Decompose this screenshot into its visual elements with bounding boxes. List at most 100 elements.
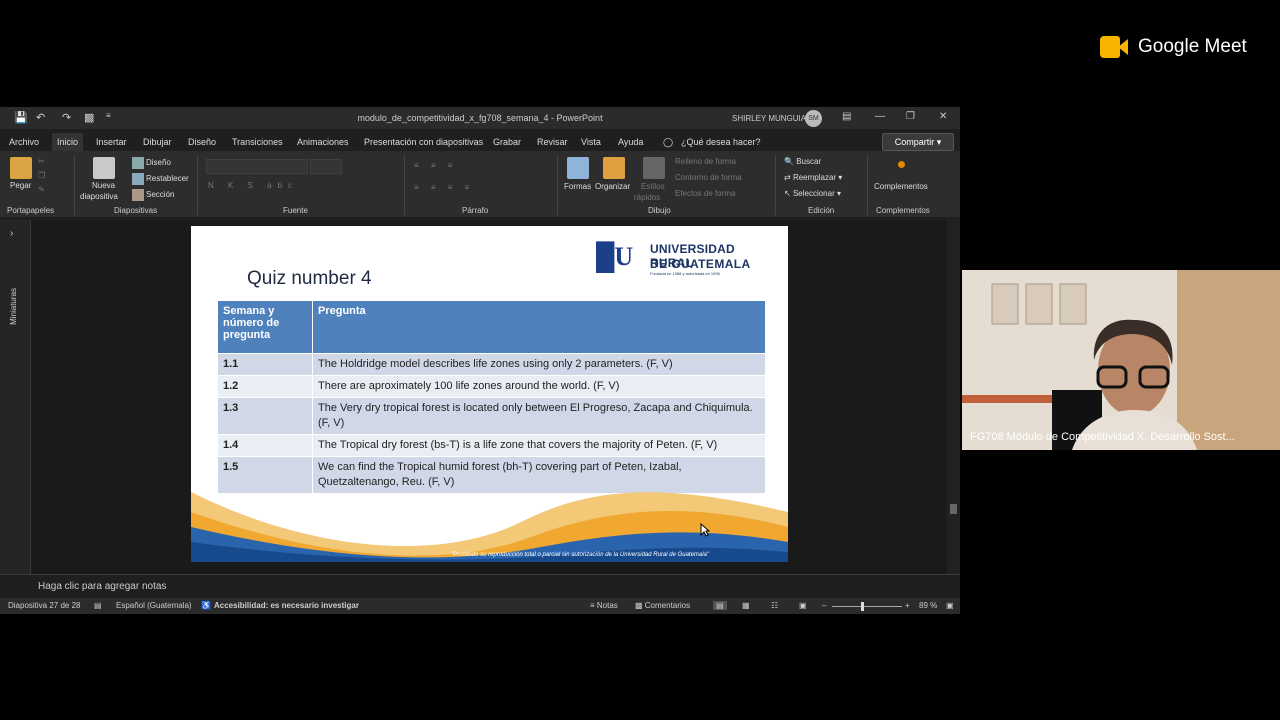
font-format-buttons[interactable]: N K S abc: [208, 181, 298, 190]
group-parrafo: Párrafo: [462, 206, 489, 215]
select-button[interactable]: ↖ Seleccionar ▾: [784, 189, 841, 198]
avatar[interactable]: SM: [805, 110, 822, 127]
align-buttons[interactable]: ≡ ≡ ≡ ≡: [414, 183, 474, 192]
slide[interactable]: Quiz number 4 █U UNIVERSIDAD RURAL DE GU…: [191, 226, 788, 562]
row-question: There are aproximately 100 life zones ar…: [312, 375, 766, 398]
logo-line3: Fundada en 1988 y autorizada en 1995: [650, 271, 720, 276]
shapes-button[interactable]: Formas: [564, 182, 591, 191]
copy-icon[interactable]: ❐: [38, 171, 45, 180]
font-name-box[interactable]: [206, 159, 308, 174]
tab-presentacion[interactable]: Presentación con diapositivas: [364, 137, 483, 147]
meet-brand-text: Google Meet: [1138, 36, 1247, 57]
replace-button[interactable]: ⇄ Reemplazar ▾: [784, 173, 842, 182]
slide-sorter-icon[interactable]: ▦: [742, 601, 750, 610]
zoom-slider-thumb[interactable]: [861, 602, 864, 611]
status-bar: Diapositiva 27 de 28 ▤ Español (Guatemal…: [0, 598, 960, 614]
format-painter-icon[interactable]: ✎: [38, 185, 45, 194]
slide-title[interactable]: Quiz number 4: [247, 268, 372, 290]
new-slide-label1[interactable]: Nueva: [92, 181, 115, 190]
slideshow-icon[interactable]: ▣: [799, 601, 807, 610]
close-button[interactable]: ✕: [939, 111, 947, 122]
lightbulb-icon: ◯: [663, 137, 674, 147]
paste-button[interactable]: Pegar: [10, 181, 31, 190]
tab-archivo[interactable]: Archivo: [9, 137, 39, 147]
zoom-slider[interactable]: [832, 606, 902, 607]
table-row: 1.4 The Tropical dry forest (bs-T) is a l…: [217, 434, 766, 457]
reading-view-icon[interactable]: ☷: [771, 601, 778, 610]
tab-ayuda[interactable]: Ayuda: [618, 137, 643, 147]
shape-outline-button[interactable]: Contorno de forma: [675, 173, 742, 182]
tab-grabar[interactable]: Grabar: [493, 137, 521, 147]
expand-chevron-icon[interactable]: ›: [10, 228, 13, 239]
row-number: 1.3: [217, 397, 313, 435]
row-number: 1.4: [217, 434, 313, 457]
notes-placeholder[interactable]: Haga clic para agregar notas: [38, 581, 166, 592]
shape-fill-button[interactable]: Relleno de forma: [675, 157, 736, 166]
reset-button[interactable]: Restablecer: [132, 173, 189, 185]
list-buttons[interactable]: ≡ ≡ ≡: [414, 161, 457, 170]
thumbnail-pane[interactable]: › Miniaturas: [0, 220, 31, 580]
cut-icon[interactable]: ✂: [38, 157, 45, 166]
tab-transiciones[interactable]: Transiciones: [232, 137, 283, 147]
notes-button[interactable]: ≡ Notas: [590, 601, 618, 610]
quick-styles-icon[interactable]: [643, 157, 665, 179]
share-button[interactable]: Compartir ▾: [882, 133, 954, 151]
search-icon: 🔍: [784, 157, 794, 166]
tab-revisar[interactable]: Revisar: [537, 137, 568, 147]
row-question: The Very dry tropical forest is located …: [312, 397, 766, 435]
tell-me-search[interactable]: ¿Qué desea hacer?: [681, 137, 761, 147]
scroll-thumb[interactable]: [950, 504, 957, 514]
logo-line2: DE GUATEMALA: [650, 257, 751, 271]
new-slide-label2[interactable]: diapositiva: [80, 192, 118, 201]
accessibility-icon[interactable]: ♿: [201, 601, 211, 610]
addins-button[interactable]: Complementos: [874, 182, 928, 191]
reset-icon: [132, 173, 144, 185]
ribbon-display-icon[interactable]: ▤: [842, 111, 851, 122]
paste-icon[interactable]: [10, 157, 32, 179]
tab-animaciones[interactable]: Animaciones: [297, 137, 349, 147]
participant-video[interactable]: [962, 270, 1280, 450]
minimize-button[interactable]: —: [875, 111, 885, 122]
tab-insertar[interactable]: Insertar: [96, 137, 127, 147]
vertical-scrollbar[interactable]: [947, 220, 960, 574]
participant-video-frame: [962, 270, 1280, 450]
shape-effects-button[interactable]: Efectos de forma: [675, 189, 735, 198]
find-label: Buscar: [796, 157, 822, 166]
spellcheck-icon[interactable]: ▤: [94, 601, 102, 610]
tab-dibujar[interactable]: Dibujar: [143, 137, 172, 147]
accessibility-status[interactable]: Accesibilidad: es necesario investigar: [214, 601, 359, 610]
comments-button[interactable]: ▩ Comentarios: [635, 601, 690, 610]
slide-counter[interactable]: Diapositiva 27 de 28: [8, 601, 81, 610]
row-question: The Tropical dry forest (bs-T) is a life…: [312, 434, 766, 457]
new-slide-icon[interactable]: [93, 157, 115, 179]
normal-view-icon[interactable]: ▤: [713, 601, 727, 610]
thumbnails-label[interactable]: Miniaturas: [9, 288, 18, 325]
ribbon: Pegar ✂ ❐ ✎ Portapapeles Nueva diapositi…: [0, 151, 960, 217]
tab-vista[interactable]: Vista: [581, 137, 601, 147]
section-button[interactable]: Sección: [132, 189, 174, 201]
tab-diseno[interactable]: Diseño: [188, 137, 216, 147]
ribbon-tabs: Archivo Inicio Insertar Dibujar Diseño T…: [0, 131, 960, 153]
tab-inicio[interactable]: Inicio: [52, 133, 84, 153]
shapes-icon[interactable]: [567, 157, 589, 179]
addins-icon[interactable]: [898, 161, 905, 168]
zoom-level[interactable]: 89 %: [919, 601, 937, 610]
fit-to-window-icon[interactable]: ▣: [946, 601, 954, 610]
logo-mark-icon: █U: [596, 242, 634, 271]
zoom-in-button[interactable]: +: [905, 601, 910, 610]
arrange-icon[interactable]: [603, 157, 625, 179]
quick-styles-label1[interactable]: Estilos: [641, 182, 665, 191]
zoom-out-button[interactable]: –: [822, 601, 826, 610]
find-button[interactable]: 🔍 Buscar: [784, 157, 821, 166]
layout-button[interactable]: Diseño: [132, 157, 171, 169]
university-logo: █U UNIVERSIDAD RURAL DE GUATEMALA Fundad…: [596, 240, 768, 278]
language-status[interactable]: Español (Guatemala): [116, 601, 192, 610]
restore-button[interactable]: ❐: [906, 111, 915, 122]
quick-styles-label2[interactable]: rápidos: [634, 193, 660, 202]
arrange-button[interactable]: Organizar: [595, 182, 630, 191]
replace-icon: ⇄: [784, 173, 791, 182]
notes-pane[interactable]: Haga clic para agregar notas: [0, 574, 960, 597]
quiz-table[interactable]: Semana y número de pregunta Pregunta 1.1…: [217, 300, 766, 494]
row-number: 1.1: [217, 353, 313, 376]
font-size-box[interactable]: [310, 159, 342, 174]
